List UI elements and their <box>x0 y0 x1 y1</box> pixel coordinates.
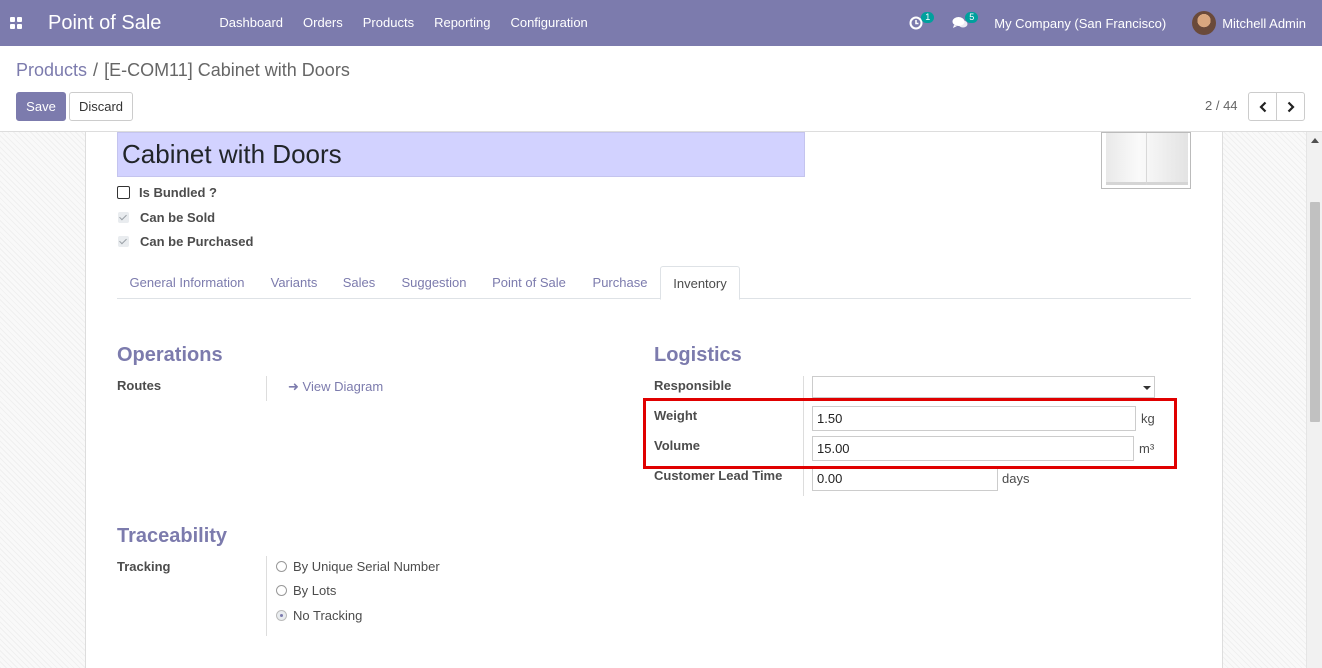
option-can-be-sold: Can be Sold <box>117 210 215 225</box>
tab-purchase[interactable]: Purchase <box>583 266 657 299</box>
can-be-purchased-checkbox[interactable] <box>118 236 129 247</box>
can-be-sold-label: Can be Sold <box>140 210 216 225</box>
scroll-up-arrow-icon[interactable] <box>1311 138 1319 143</box>
tab-general-information[interactable]: General Information <box>117 266 257 299</box>
lead-time-unit: days <box>1002 471 1030 486</box>
main-menu: Dashboard Orders Products Reporting Conf… <box>209 0 597 46</box>
menu-reporting[interactable]: Reporting <box>424 0 500 46</box>
activity-badge: 1 <box>921 12 935 23</box>
is-bundled-checkbox[interactable] <box>117 186 130 199</box>
app-title[interactable]: Point of Sale <box>48 12 161 35</box>
tab-point-of-sale[interactable]: Point of Sale <box>483 266 575 299</box>
control-panel: Products / [E-COM11] Cabinet with Doors Sa… <box>0 46 1322 132</box>
menu-products[interactable]: Products <box>353 0 424 46</box>
traceability-title: Traceability <box>117 525 228 547</box>
tab-inventory[interactable]: Inventory <box>660 266 740 300</box>
option-can-be-purchased: Can be Purchased <box>117 234 253 249</box>
user-menu[interactable]: Mitchell Admin <box>1222 16 1306 31</box>
messages-badge: 5 <box>965 12 979 23</box>
can-be-purchased-label: Can be Purchased <box>140 234 254 249</box>
pager-previous-button[interactable] <box>1248 92 1277 121</box>
responsible-label: Responsible <box>654 378 732 393</box>
breadcrumb-separator: / <box>93 60 99 80</box>
chevron-right-icon <box>1287 101 1295 112</box>
menu-orders[interactable]: Orders <box>293 0 353 46</box>
no-tracking-radio-label: No Tracking <box>293 608 363 623</box>
serial-radio[interactable] <box>276 561 287 572</box>
scroll-thumb[interactable] <box>1310 202 1320 422</box>
customer-lead-time-label: Customer Lead Time <box>654 468 783 483</box>
arrow-right-icon: ➜ <box>288 379 299 394</box>
routes-label: Routes <box>117 378 162 393</box>
operations-title: Operations <box>117 344 223 366</box>
save-button[interactable]: Save <box>16 92 66 121</box>
view-diagram-link[interactable]: ➜ View Diagram <box>288 379 383 395</box>
menu-dashboard[interactable]: Dashboard <box>209 0 293 46</box>
responsible-select[interactable] <box>812 376 1155 398</box>
apps-menu-icon[interactable] <box>0 0 32 46</box>
tab-suggestion[interactable]: Suggestion <box>393 266 475 299</box>
customer-lead-time-input[interactable]: 0.00 <box>812 466 998 491</box>
option-is-bundled: Is Bundled ? <box>117 185 217 200</box>
vertical-scrollbar[interactable] <box>1306 132 1322 668</box>
notebook-tabs: General Information Variants Sales Sugge… <box>117 266 1191 300</box>
tracking-divider <box>266 556 267 636</box>
serial-radio-label: By Unique Serial Number <box>293 559 440 574</box>
is-bundled-label: Is Bundled ? <box>139 185 217 200</box>
routes-divider <box>266 376 267 401</box>
logistics-title: Logistics <box>654 344 742 366</box>
tracking-option-none[interactable]: No Tracking <box>276 608 362 623</box>
view-diagram-label: View Diagram <box>302 379 384 394</box>
pager-next-button[interactable] <box>1276 92 1305 121</box>
tracking-label: Tracking <box>117 559 171 574</box>
breadcrumb-current: [E-COM11] Cabinet with Doors <box>104 60 350 80</box>
tracking-option-serial[interactable]: By Unique Serial Number <box>276 559 440 574</box>
lots-radio[interactable] <box>276 585 287 596</box>
highlight-annotation-box <box>643 398 1177 469</box>
tab-variants[interactable]: Variants <box>261 266 327 299</box>
tracking-option-lots[interactable]: By Lots <box>276 583 336 598</box>
no-tracking-radio[interactable] <box>276 610 287 621</box>
top-navbar: Point of Sale Dashboard Orders Products … <box>0 0 1322 46</box>
tab-sales[interactable]: Sales <box>333 266 385 299</box>
messages-chat-icon[interactable]: 5 <box>950 0 979 46</box>
company-switcher[interactable]: My Company (San Francisco) <box>994 16 1166 31</box>
can-be-sold-checkbox[interactable] <box>118 212 129 223</box>
user-avatar[interactable] <box>1192 11 1217 35</box>
discard-button[interactable]: Discard <box>69 92 133 121</box>
activity-clock-icon[interactable]: 1 <box>906 0 935 46</box>
breadcrumb-products-link[interactable]: Products <box>16 60 87 80</box>
pager-value[interactable]: 2 / 44 <box>1205 98 1238 113</box>
product-image[interactable] <box>1101 132 1191 189</box>
breadcrumb: Products / [E-COM11] Cabinet with Doors <box>16 60 350 81</box>
lots-radio-label: By Lots <box>293 583 337 598</box>
menu-configuration[interactable]: Configuration <box>500 0 597 46</box>
chevron-down-icon[interactable] <box>1143 386 1151 390</box>
product-name-input[interactable]: Cabinet with Doors <box>117 132 805 177</box>
chevron-left-icon <box>1258 101 1266 112</box>
